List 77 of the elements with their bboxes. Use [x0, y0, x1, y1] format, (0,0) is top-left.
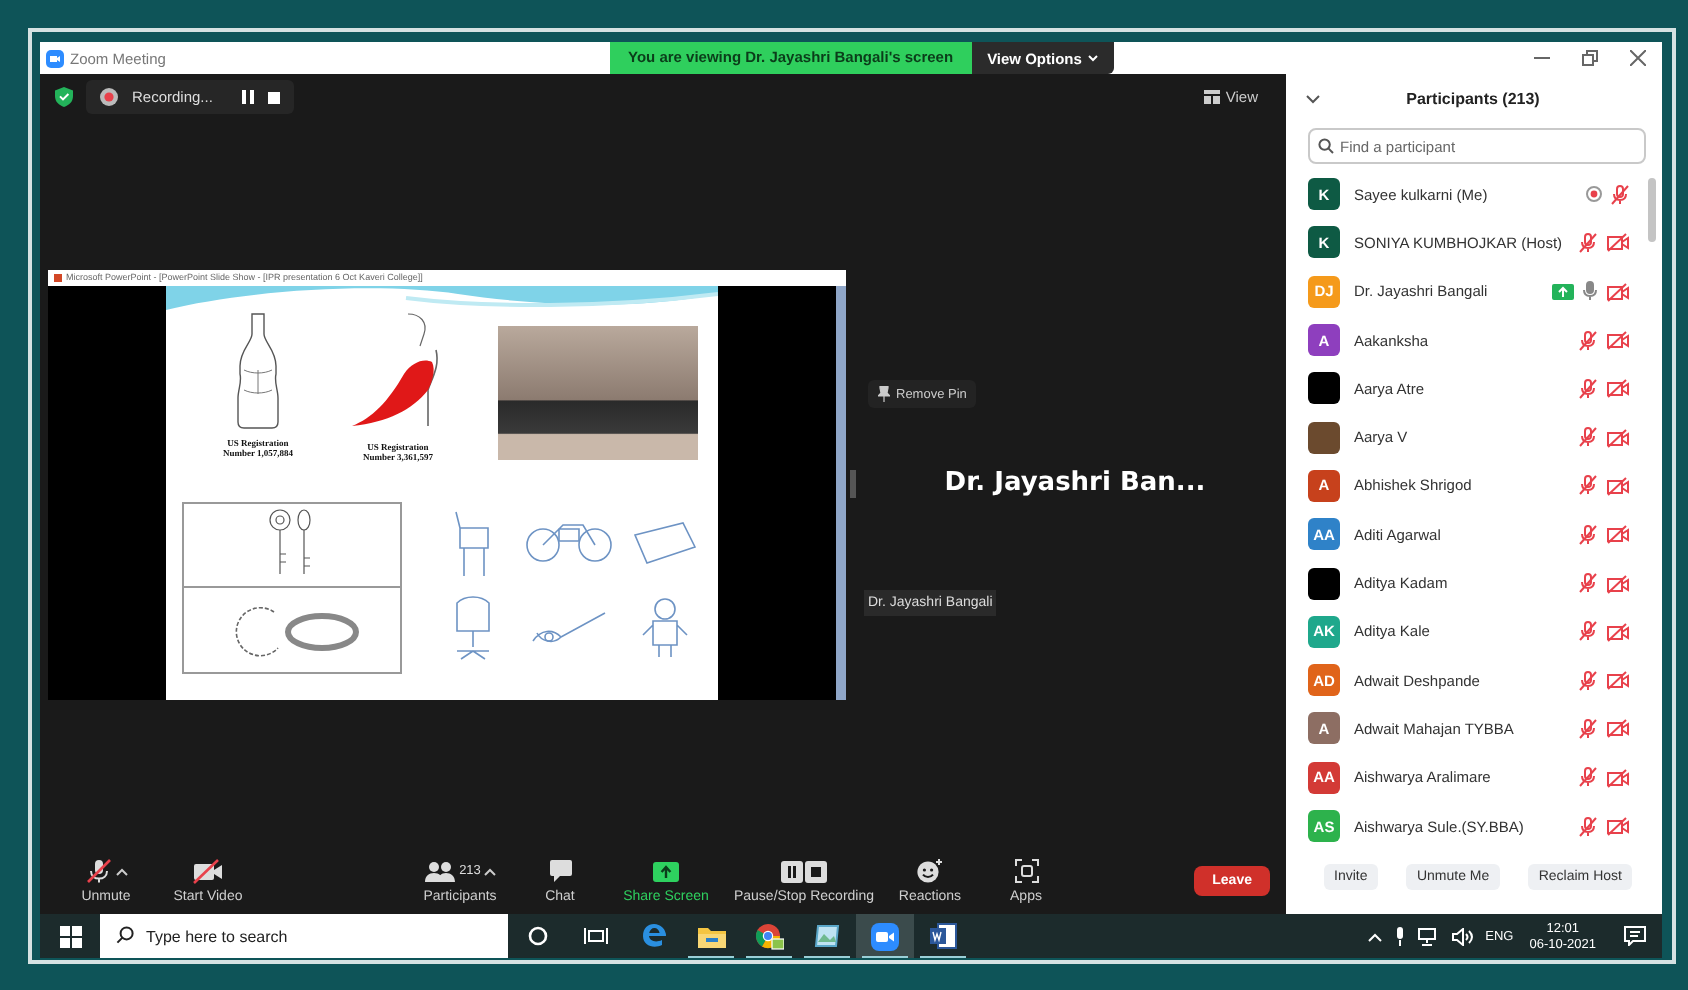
restore-icon[interactable] [1582, 50, 1598, 66]
muted-microphone-icon[interactable] [1610, 183, 1630, 206]
edge-browser-icon [639, 922, 667, 951]
smiley-plus-icon [916, 858, 944, 885]
panel-title: Participants (213) [1404, 90, 1542, 108]
guitar-blueprint-drawing [531, 608, 605, 647]
share-screen-icon [652, 859, 680, 884]
phone-blueprint-drawing [633, 522, 695, 565]
chevron-down-icon[interactable] [1306, 94, 1320, 104]
muted-microphone-icon [85, 858, 111, 885]
app-icon [54, 273, 62, 282]
task-view-icon [583, 926, 607, 947]
folder-icon [695, 923, 727, 950]
muted-microphone-icon[interactable] [1578, 669, 1598, 692]
video-off-icon[interactable] [1606, 281, 1630, 302]
pause-stop-icon [780, 859, 828, 884]
video-off-icon[interactable] [1606, 670, 1630, 691]
muted-microphone-icon[interactable] [1578, 815, 1598, 837]
video-off-icon[interactable] [1606, 816, 1630, 836]
search-icon [1318, 138, 1334, 154]
video-off-icon[interactable] [1606, 767, 1630, 788]
office-chair-blueprint-drawing [455, 595, 489, 660]
caret-icon [1087, 54, 1098, 62]
muted-microphone-icon[interactable] [1578, 523, 1598, 546]
scroll-thumb[interactable] [1648, 178, 1656, 242]
people-icon [423, 859, 456, 884]
video-off-icon[interactable] [1606, 524, 1630, 545]
chevron-up-icon[interactable] [1367, 931, 1382, 942]
apps-icon [1013, 858, 1039, 885]
document-app-icon [928, 922, 958, 951]
muted-microphone-icon[interactable] [1578, 717, 1598, 740]
pause-icon[interactable] [242, 90, 255, 104]
app-logo-icon [46, 49, 64, 67]
search-icon [116, 926, 134, 945]
shield-check-icon[interactable] [54, 86, 74, 108]
robot-toy-blueprint-drawing [641, 597, 687, 658]
windows-logo-icon [59, 925, 81, 948]
muted-microphone-icon[interactable] [1578, 377, 1598, 400]
video-off-icon[interactable] [1606, 232, 1630, 253]
muted-microphone-icon[interactable] [1578, 474, 1598, 497]
video-off-icon[interactable] [1606, 427, 1630, 448]
muted-microphone-icon[interactable] [1578, 572, 1598, 595]
video-off-icon[interactable] [1606, 621, 1630, 642]
video-off-icon[interactable] [1606, 378, 1630, 399]
caret-icon[interactable] [115, 867, 127, 876]
muted-microphone-icon[interactable] [1578, 766, 1598, 789]
recording-dot-icon [100, 88, 118, 106]
video-off-icon [192, 858, 224, 885]
muted-microphone-icon[interactable] [1578, 426, 1598, 449]
chair-blueprint-drawing [454, 509, 490, 578]
muted-microphone-icon[interactable] [1578, 329, 1598, 352]
resize-handle[interactable] [850, 470, 856, 499]
taskbar-search-field[interactable]: Type here to search [100, 914, 508, 959]
pin-icon [878, 386, 890, 403]
grid-icon [1203, 90, 1220, 104]
video-off-icon[interactable] [1606, 718, 1630, 739]
video-camera-icon [870, 921, 900, 952]
caret-icon[interactable] [484, 867, 497, 876]
video-off-icon[interactable] [1606, 573, 1630, 594]
video-off-icon[interactable] [1606, 330, 1630, 351]
video-off-icon[interactable] [1606, 475, 1630, 496]
motorcycle-blueprint-drawing [525, 524, 611, 563]
chat-icon [547, 858, 573, 885]
taskbar-app[interactable] [856, 914, 914, 959]
stop-icon[interactable] [268, 91, 281, 103]
microphone-icon[interactable] [1393, 926, 1406, 947]
muted-microphone-icon[interactable] [1578, 231, 1598, 254]
notification-icon[interactable] [1624, 926, 1646, 947]
bottle-drawing [232, 309, 284, 430]
network-icon[interactable] [1417, 927, 1440, 946]
muted-microphone-icon[interactable] [1578, 620, 1598, 643]
speaker-name: Dr. Jayashri Ban... [944, 468, 1206, 499]
circle-icon [527, 926, 547, 947]
chrome-icon [754, 922, 784, 951]
image-viewer-icon [812, 922, 842, 951]
close-icon[interactable] [1630, 50, 1646, 66]
speaker-icon[interactable] [1451, 927, 1474, 946]
